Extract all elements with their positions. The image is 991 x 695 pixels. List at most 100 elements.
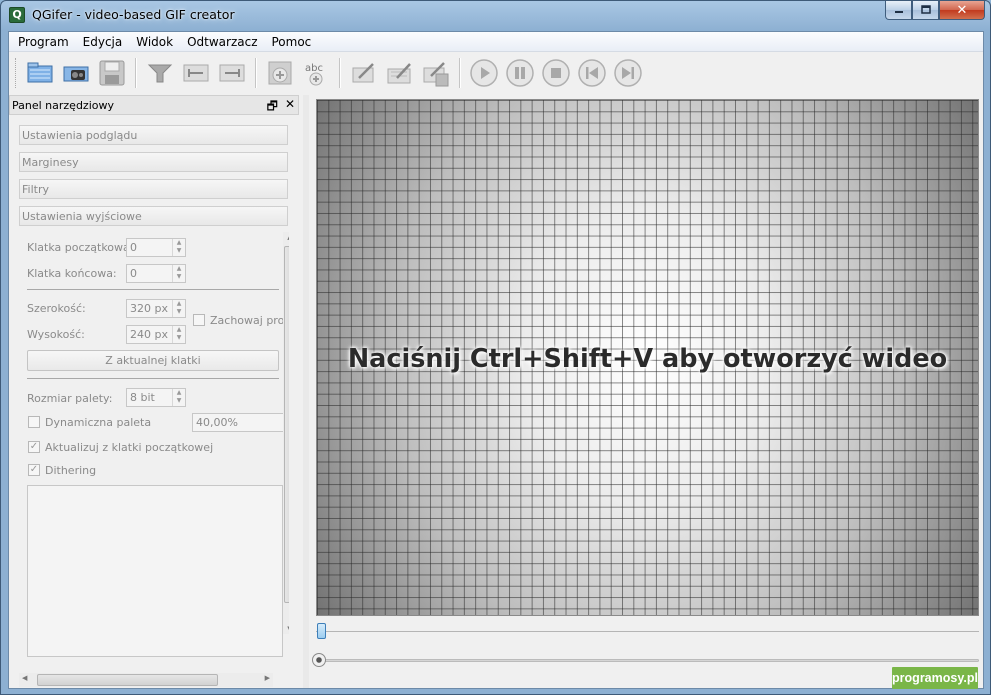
palette-size-spinbox[interactable]: 8 bit ▲ ▼ (126, 388, 186, 407)
edit-button[interactable] (347, 56, 381, 90)
menu-widok[interactable]: Widok (129, 35, 180, 49)
qgifer-icon: Q (9, 7, 25, 23)
set-end-icon (219, 64, 245, 82)
seek-slider-handle[interactable] (312, 653, 326, 667)
toolbar-separator (459, 58, 461, 88)
dithering-checkbox[interactable]: ✓ (28, 464, 40, 476)
menu-program[interactable]: Program (11, 35, 76, 49)
divider (27, 378, 279, 379)
frame-range-track[interactable] (316, 631, 979, 632)
title-bar[interactable]: Q QGifer - video-based GIF creator ✕ (1, 1, 990, 31)
divider (27, 289, 279, 290)
previous-button[interactable] (575, 56, 609, 90)
close-icon: ✕ (956, 2, 968, 18)
toolbar-separator (135, 58, 137, 88)
toolbar: abc (9, 53, 983, 93)
scroll-left-icon[interactable]: ◀ (22, 674, 27, 682)
section-margins[interactable]: Marginesy (19, 152, 288, 172)
maximize-icon (920, 5, 931, 14)
menu-edycja[interactable]: Edycja (76, 35, 130, 49)
next-icon (614, 59, 642, 87)
edit-save-icon (423, 62, 449, 87)
scrollbar-thumb[interactable] (284, 246, 289, 603)
tool-panel-title-bar[interactable]: Panel narzędziowy 🗗 ✕ (9, 95, 299, 115)
spinbox-arrows-icon[interactable]: ▲ ▼ (172, 265, 185, 282)
end-frame-label: Klatka końcowa: (27, 267, 117, 280)
scroll-right-icon[interactable]: ▶ (265, 674, 270, 682)
set-start-button[interactable] (179, 56, 213, 90)
pause-icon (506, 59, 534, 87)
float-icon[interactable]: 🗗 (267, 97, 278, 118)
extract-frames-button[interactable] (59, 56, 93, 90)
keep-ratio-checkbox[interactable] (193, 314, 205, 326)
add-object-button[interactable] (263, 56, 297, 90)
menu-pomoc[interactable]: Pomoc (265, 35, 319, 49)
dynamic-palette-checkbox[interactable] (28, 416, 40, 428)
vertical-scrollbar[interactable]: ▲ ▼ (283, 232, 289, 634)
palette-size-value: 8 bit (130, 391, 155, 404)
main-window: Q QGifer - video-based GIF creator ✕ Pro… (0, 0, 991, 695)
section-preview-settings[interactable]: Ustawienia podglądu (19, 125, 288, 145)
toolbar-separator (255, 58, 257, 88)
width-label: Szerokość: (27, 302, 86, 315)
tool-panel-controls: 🗗 ✕ (267, 97, 295, 118)
menu-odtwarzacz[interactable]: Odtwarzacz (180, 35, 264, 49)
update-from-start-checkbox[interactable]: ✓ (28, 441, 40, 453)
add-text-button[interactable]: abc (299, 56, 333, 90)
output-text-area[interactable] (27, 485, 283, 657)
dynamic-palette-input[interactable]: 40,00% (192, 413, 284, 432)
from-current-frame-button[interactable]: Z aktualnej klatki (27, 350, 279, 371)
minimize-icon (894, 11, 903, 13)
width-value: 320 px (130, 302, 168, 315)
open-video-button[interactable] (23, 56, 57, 90)
edit-frames-button[interactable] (383, 56, 417, 90)
section-filters[interactable]: Filtry (19, 179, 288, 199)
stop-button[interactable] (539, 56, 573, 90)
spinbox-arrows-icon[interactable]: ▲ ▼ (172, 389, 185, 406)
scrollbar-thumb[interactable] (37, 674, 218, 686)
end-frame-spinbox[interactable]: 0 ▲ ▼ (126, 264, 186, 283)
previous-icon (578, 59, 606, 87)
frame-range-handle[interactable] (317, 623, 326, 639)
height-value: 240 px (130, 328, 168, 341)
section-output-settings[interactable]: Ustawienia wyjściowe (19, 206, 288, 226)
start-frame-value: 0 (130, 241, 137, 254)
height-spinbox[interactable]: 240 px ▲ ▼ (126, 325, 186, 344)
spinbox-arrows-icon[interactable]: ▲ ▼ (172, 326, 185, 343)
filter-button[interactable] (143, 56, 177, 90)
set-start-icon (183, 64, 209, 82)
extract-frames-icon (63, 66, 89, 82)
minimize-button[interactable] (885, 1, 912, 20)
watermark-logo: programosy.pl (892, 667, 978, 689)
close-button[interactable]: ✕ (939, 1, 985, 20)
window-title: QGifer - video-based GIF creator (32, 7, 235, 22)
scroll-down-icon[interactable]: ▼ (283, 625, 289, 633)
edit-frames-icon (387, 63, 411, 84)
save-gif-button[interactable] (95, 56, 129, 90)
next-button[interactable] (611, 56, 645, 90)
horizontal-scrollbar[interactable]: ◀ ▶ (19, 673, 273, 687)
spinbox-arrows-icon[interactable]: ▲ ▼ (172, 239, 185, 256)
dynamic-palette-label: Dynamiczna paleta (45, 416, 152, 429)
edit-save-button[interactable] (419, 56, 453, 90)
close-icon[interactable]: ✕ (285, 97, 295, 118)
scroll-up-icon[interactable]: ▲ (283, 233, 289, 241)
start-frame-spinbox[interactable]: 0 ▲ ▼ (126, 238, 186, 257)
play-icon (470, 59, 498, 87)
save-gif-icon (99, 60, 125, 86)
spinbox-arrows-icon[interactable]: ▲ ▼ (172, 300, 185, 317)
panel-splitter[interactable] (303, 95, 309, 688)
update-from-start-label: Aktualizuj z klatki początkowej (45, 441, 214, 454)
set-end-button[interactable] (215, 56, 249, 90)
seek-slider-track[interactable] (316, 659, 979, 662)
toolbar-grip[interactable] (15, 58, 18, 88)
window-controls: ✕ (885, 1, 985, 21)
maximize-button[interactable] (912, 1, 939, 20)
keep-ratio-label: Zachowaj pro (210, 314, 285, 327)
play-button[interactable] (467, 56, 501, 90)
video-preview[interactable]: Naciśnij Ctrl+Shift+V aby otworzyć wideo (316, 99, 979, 616)
width-spinbox[interactable]: 320 px ▲ ▼ (126, 299, 186, 318)
height-label: Wysokość: (27, 328, 85, 341)
pause-button[interactable] (503, 56, 537, 90)
stop-icon (542, 59, 570, 87)
